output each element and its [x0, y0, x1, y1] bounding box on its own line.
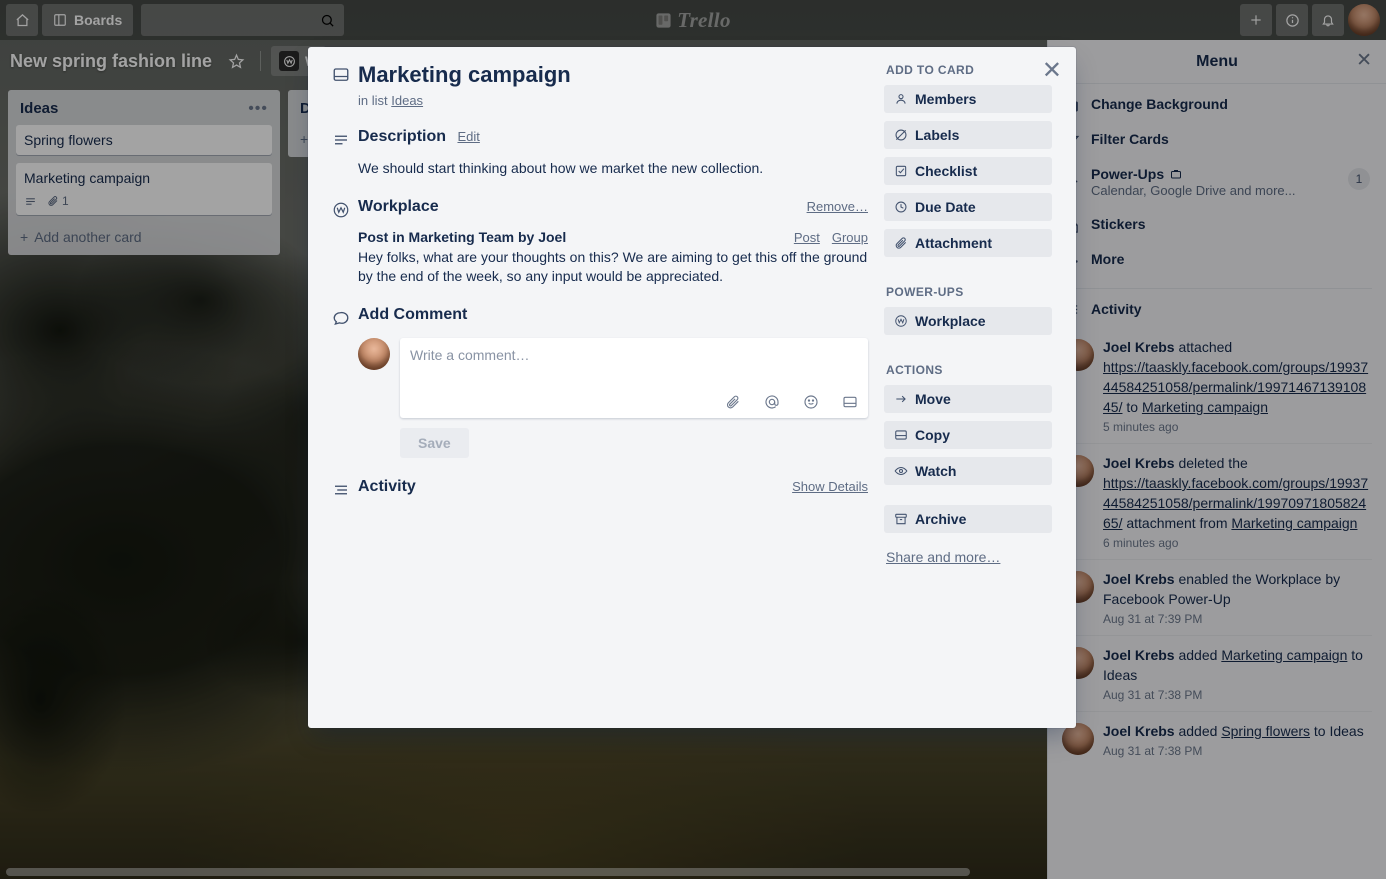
workplace-title: Workplace	[358, 198, 439, 215]
workplace-powerup-label: Workplace	[915, 313, 986, 329]
workplace-post-body: Hey folks, what are your thoughts on thi…	[358, 249, 868, 284]
arrow-right-icon	[894, 392, 908, 406]
archive-label: Archive	[915, 511, 967, 527]
workplace-icon	[894, 314, 908, 328]
watch-label: Watch	[915, 463, 957, 479]
attachment-button[interactable]: Attachment	[884, 229, 1052, 257]
comment-toolbar	[410, 394, 858, 412]
checklist-button[interactable]: Checklist	[884, 157, 1052, 185]
copy-button[interactable]: Copy	[884, 421, 1052, 449]
workplace-remove-link[interactable]: Remove…	[807, 199, 868, 214]
comment-box[interactable]	[400, 338, 868, 418]
card-icon[interactable]	[842, 394, 858, 410]
description-icon	[332, 128, 358, 178]
activity-icon	[332, 478, 358, 499]
card-in-list: in list Ideas	[358, 93, 571, 108]
attachment-icon	[894, 236, 908, 250]
card-activity-header: Activity Show Details	[358, 478, 868, 496]
move-label: Move	[915, 391, 951, 407]
show-details-link[interactable]: Show Details	[792, 479, 868, 494]
archive-icon	[894, 512, 908, 526]
workplace-group-link[interactable]: Group	[832, 230, 868, 245]
card-activity-section: Activity Show Details	[332, 478, 868, 499]
archive-button[interactable]: Archive	[884, 505, 1052, 533]
workplace-post-link[interactable]: Post	[794, 230, 820, 245]
comment-icon	[332, 306, 358, 458]
in-list-link[interactable]: Ideas	[391, 93, 423, 108]
label-icon	[894, 128, 908, 142]
actions-heading: ACTIONS	[886, 363, 943, 377]
workplace-icon	[332, 198, 358, 286]
card-icon	[332, 63, 358, 108]
eye-icon	[894, 464, 908, 478]
description-edit-link[interactable]: Edit	[457, 129, 479, 144]
emoji-icon[interactable]	[803, 394, 819, 410]
clock-icon	[894, 200, 908, 214]
card-title-block: Marketing campaign in list Ideas	[332, 62, 868, 108]
workplace-post-title: Post in Marketing Team by Joel	[358, 229, 567, 245]
add-comment-title: Add Comment	[358, 306, 468, 323]
description-title: Description	[358, 128, 447, 145]
watch-button[interactable]: Watch	[884, 457, 1052, 485]
add-to-card-heading: ADD TO CARD	[886, 63, 975, 77]
description-header: Description Edit	[358, 128, 868, 146]
card-detail-sidebar: ADD TO CARD Members Labels Checklist Due…	[876, 47, 1076, 728]
workplace-header: Workplace Remove…	[358, 198, 868, 216]
workplace-powerup-button[interactable]: Workplace	[884, 307, 1052, 335]
checklist-icon	[894, 164, 908, 178]
move-button[interactable]: Move	[884, 385, 1052, 413]
in-list-prefix: in list	[358, 93, 388, 108]
card-icon	[894, 428, 908, 442]
due-date-label: Due Date	[915, 199, 976, 215]
attachment-icon[interactable]	[725, 394, 741, 410]
card-detail-modal: ✕ Marketing campaign in list Ideas Descr…	[308, 47, 1076, 728]
workplace-post-header: Post in Marketing Team by Joel Post Grou…	[358, 229, 868, 245]
member-icon	[894, 92, 908, 106]
card-detail-main: Marketing campaign in list Ideas Descrip…	[308, 47, 876, 728]
description-text: We should start thinking about how we ma…	[358, 160, 764, 176]
checklist-label: Checklist	[915, 163, 978, 179]
card-title: Marketing campaign	[358, 62, 571, 87]
mention-icon[interactable]	[764, 394, 780, 410]
members-button[interactable]: Members	[884, 85, 1052, 113]
due-date-button[interactable]: Due Date	[884, 193, 1052, 221]
power-ups-heading: POWER-UPS	[886, 285, 964, 299]
workplace-section: Workplace Remove… Post in Marketing Team…	[332, 198, 868, 286]
avatar	[358, 338, 390, 370]
copy-label: Copy	[915, 427, 950, 443]
activity-title: Activity	[358, 478, 416, 495]
comment-input[interactable]	[410, 347, 858, 394]
share-and-more-link[interactable]: Share and more…	[884, 549, 1052, 565]
add-comment-section: Add Comment Write a comment… Save	[332, 306, 868, 458]
description-section: Description Edit We should start thinkin…	[332, 128, 868, 178]
members-label: Members	[915, 91, 977, 107]
comment-composer	[358, 338, 868, 418]
close-icon[interactable]: ✕	[1042, 59, 1062, 83]
labels-button[interactable]: Labels	[884, 121, 1052, 149]
attachment-label: Attachment	[915, 235, 993, 251]
labels-label: Labels	[915, 127, 960, 143]
save-button[interactable]: Save	[400, 428, 469, 458]
